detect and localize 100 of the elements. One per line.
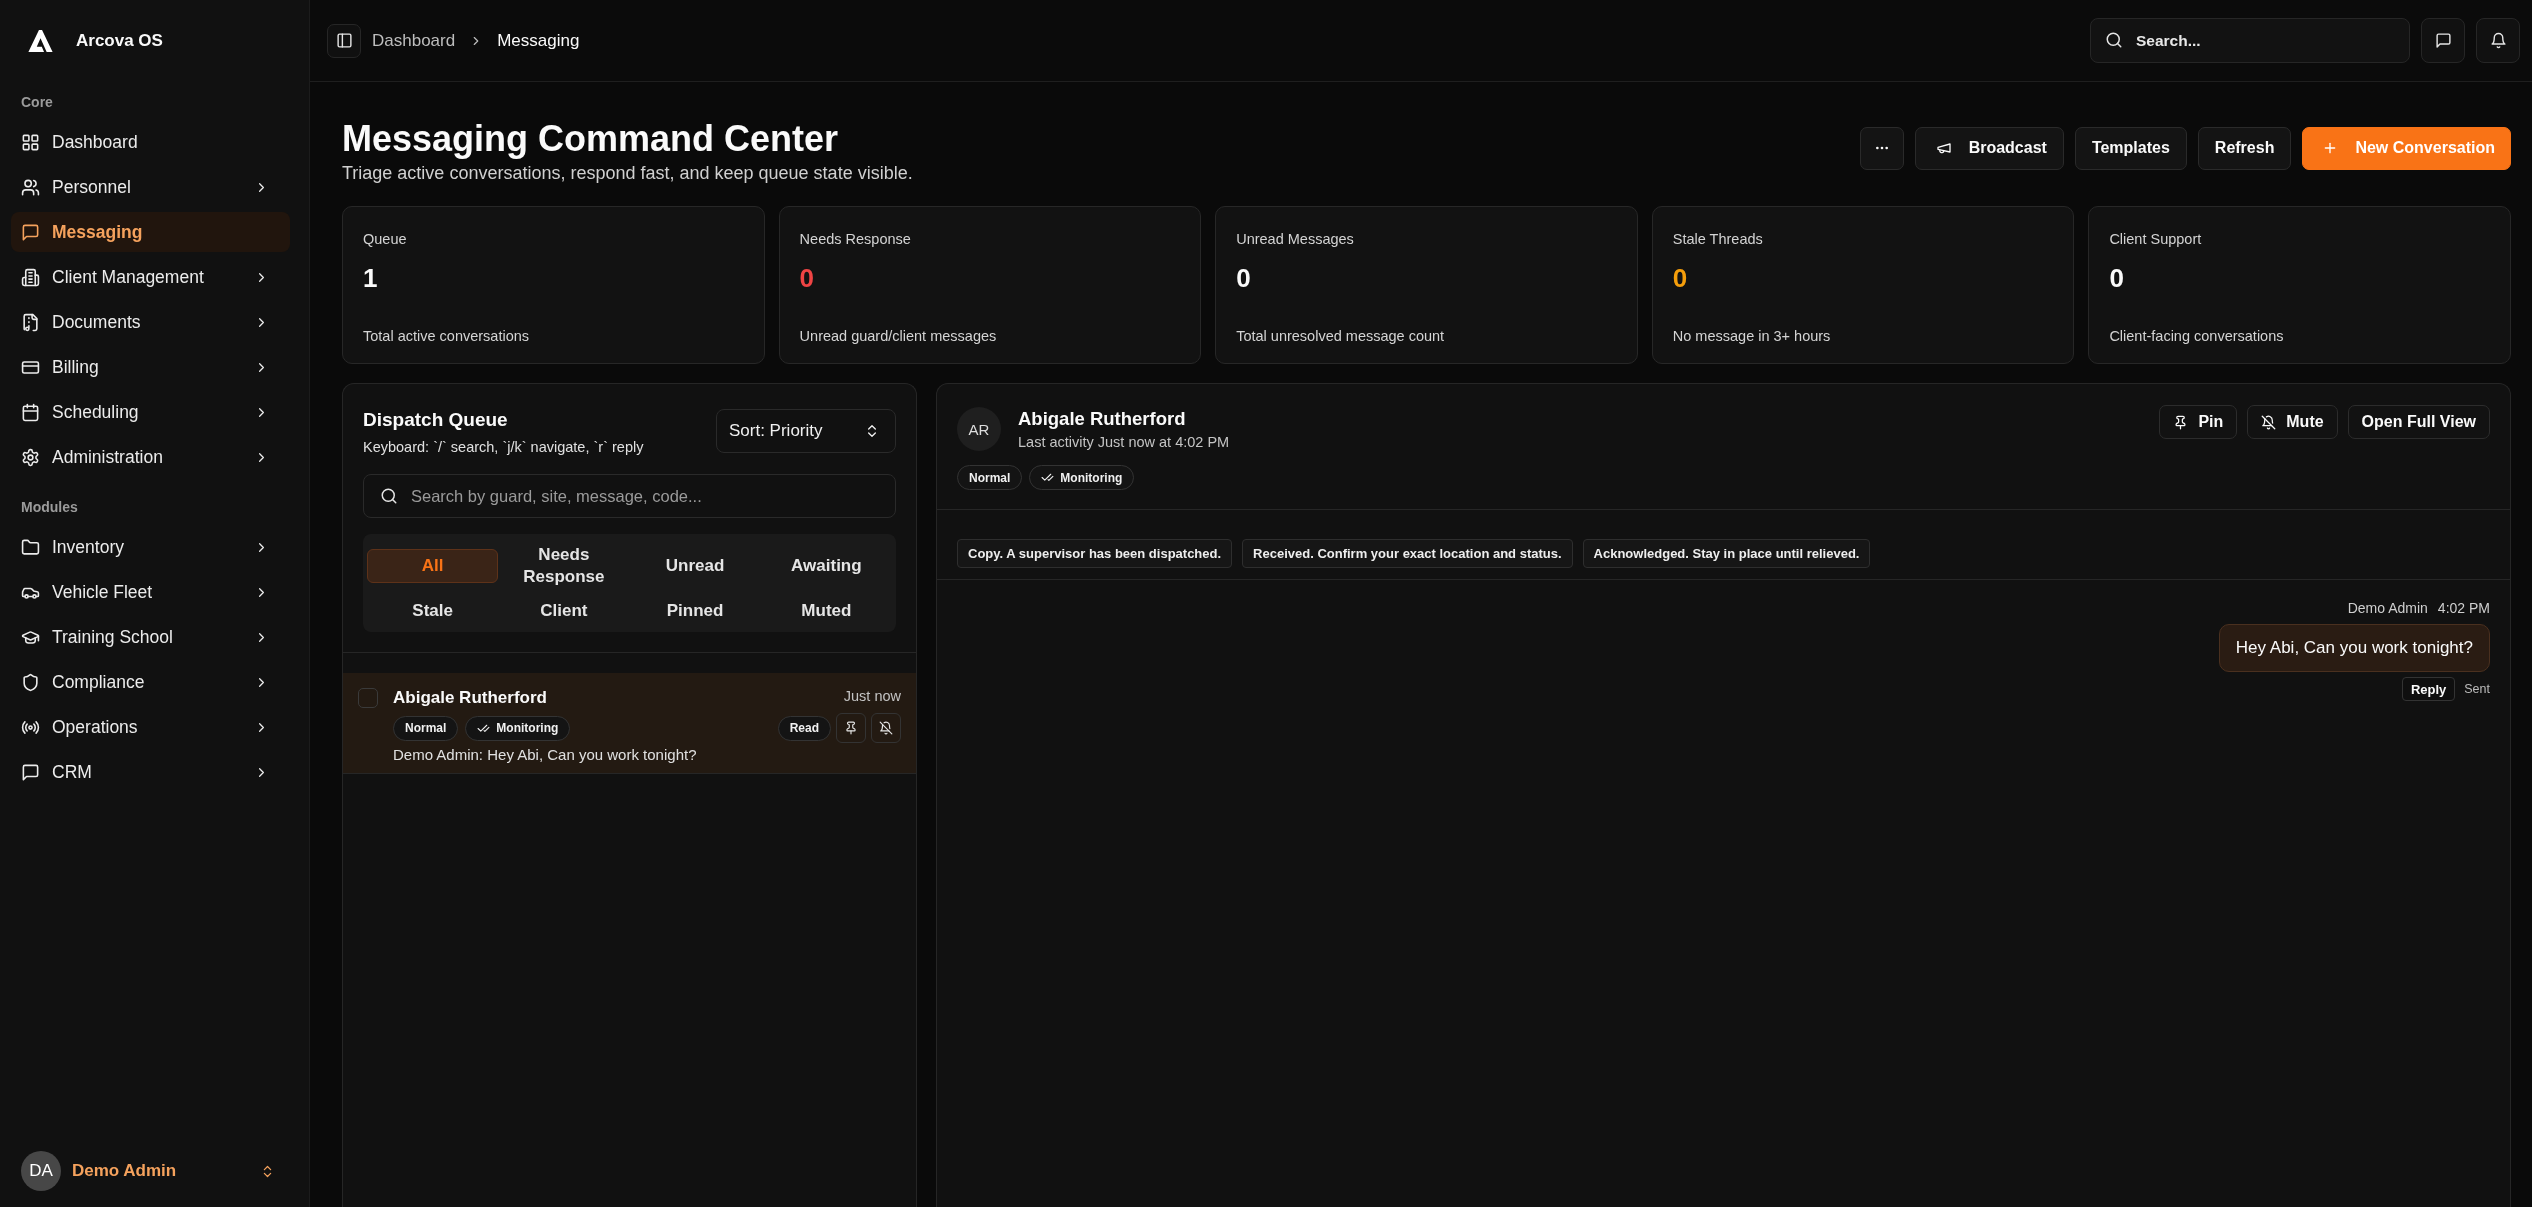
read-status-badge: Read [777,715,831,741]
user-menu[interactable]: DA Demo Admin [11,1151,290,1191]
stat-note: Total unresolved message count [1236,327,1446,346]
users-icon [21,177,40,197]
filter-tab[interactable]: Awaiting [760,549,892,583]
search-icon [2105,31,2123,49]
filter-tab[interactable]: Needs Response [498,538,630,594]
quick-reply-button[interactable]: Copy. A supervisor has been dispatched. [957,539,1233,568]
stat-note: Total active conversations [363,327,531,346]
logo-icon [28,30,53,52]
breadcrumb-link[interactable]: Dashboard [372,30,456,51]
filter-tab[interactable]: Pinned [629,594,761,628]
bell-off-icon [2261,414,2277,430]
panel-title: Dispatch Queue [363,408,509,432]
grid-icon [21,132,40,152]
filter-tab[interactable]: Muted [760,594,892,628]
nav-item[interactable]: Documents [11,302,290,342]
calendar-icon [21,402,40,422]
tag-label: Monitoring [496,721,559,735]
nav-item[interactable]: Operations [11,707,290,747]
stat-value: 0 [1236,262,1252,295]
messages-button[interactable] [2421,18,2465,63]
broadcast-button[interactable]: Broadcast [1914,126,2064,170]
last-activity: Last activity Just now at 4:02 PM [1018,433,1230,451]
message-icon [21,222,40,242]
action-button[interactable]: Templates [2074,126,2187,170]
megaphone-icon [1935,140,1952,156]
pin-button[interactable]: Pin [2159,405,2238,439]
message-bubble: Hey Abi, Can you work tonight? [2218,624,2490,672]
message-icon [2434,32,2452,49]
shield-icon [21,672,40,692]
user-avatar: DA [21,1151,61,1191]
nav-item[interactable]: Dashboard [11,122,290,162]
keyboard-hint: Keyboard: `/` search, `j/k` navigate, `r` reply [363,438,644,457]
nav-item[interactable]: Scheduling [11,392,290,432]
pin-icon [2173,414,2189,430]
page-subtitle: Triage active conversations, respond fast, and keep queue state visible. [342,162,913,185]
stat-value: 0 [1672,262,1689,295]
section-label: Core [20,93,54,112]
pin-icon [844,721,858,735]
nav-item[interactable]: Administration [11,437,290,477]
breadcrumb-link[interactable]: Messaging [497,30,580,51]
quick-reply-button[interactable]: Acknowledged. Stay in place until relieved. [1582,539,1871,568]
nav-item[interactable]: Billing [11,347,290,387]
bell-off-icon [879,721,893,735]
priority-tag: Normal [393,715,459,741]
stat-label: Unread Messages [1236,230,1355,249]
double-check-icon [1041,471,1055,484]
stat-note: No message in 3+ hours [1672,327,1832,346]
tag-label: Monitoring [1060,470,1123,485]
mute-button[interactable] [871,713,901,743]
nav-item[interactable]: Messaging [11,212,290,252]
nav-item[interactable]: CRM [11,752,290,792]
search-field[interactable]: Search by guard, site, message, code... [363,474,896,518]
sidebar-toggle-button[interactable] [327,23,361,58]
contact-avatar: AR [957,407,1001,451]
sidebar-icon [335,32,353,49]
row-checkbox[interactable] [358,688,378,708]
stat-label: Stale Threads [1672,230,1764,249]
folder-icon [21,537,40,557]
filter-tab[interactable]: Client [498,594,630,628]
timestamp: Just now [843,687,901,705]
notifications-button[interactable] [2476,18,2520,63]
message-author: Demo Admin [2347,600,2428,616]
stat-label: Client Support [2109,230,2203,249]
open-full-view-button[interactable]: Open Full View [2347,405,2490,439]
nav-item[interactable]: Client Management [11,257,290,297]
nav-item[interactable]: Training School [11,617,290,657]
message-icon [21,762,40,782]
nav-item[interactable]: Compliance [11,662,290,702]
search-field[interactable]: Search... [2090,18,2410,63]
filter-tab[interactable]: All [367,549,499,583]
delivery-status: Sent [2464,682,2490,696]
settings-icon [21,447,40,467]
section-label: Modules [20,498,79,517]
nav-item[interactable]: Personnel [11,167,290,207]
bell-icon [2489,32,2507,49]
sort-select[interactable]: Sort: Priority [716,409,896,453]
stat-value: 1 [363,262,379,295]
stat-label: Needs Response [799,230,912,249]
stat-note: Unread guard/client messages [799,327,998,346]
nav-item[interactable]: Vehicle Fleet [11,572,290,612]
conversation-row[interactable]: Abigale Rutherford Just now Normal Monitoring Read Demo Admin: Hey Abi, Can you work tonight? [343,673,916,774]
mute-button[interactable]: Mute [2247,405,2338,439]
quick-reply-button[interactable]: Received. Confirm your exact location and status. [1242,539,1573,568]
pin-button[interactable] [836,713,866,743]
building-icon [21,267,40,287]
filter-tab[interactable]: Stale [367,594,499,628]
action-button[interactable]: Refresh [2197,126,2292,170]
filter-tab[interactable]: Unread [629,549,761,583]
reply-button[interactable]: Reply [2401,677,2456,701]
search-icon [380,487,398,505]
contact-name: Abigale Rutherford [1018,407,1187,431]
stat-note: Client-facing conversations [2109,327,2285,346]
nav-item[interactable]: Inventory [11,527,290,567]
stat-value: 0 [2109,262,2125,295]
priority-tag: Normal [957,465,1023,490]
contact-name: Abigale Rutherford [393,687,547,709]
message-time: 4:02 PM [2437,600,2490,616]
stat-label: Queue [363,230,408,249]
